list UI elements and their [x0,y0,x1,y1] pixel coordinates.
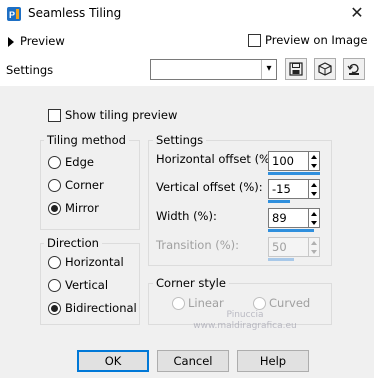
vertical-radio[interactable] [48,279,61,292]
title-bar: P Seamless Tiling ✕ [0,0,374,28]
vertical-label[interactable]: Vertical [65,278,108,292]
reset-defaults-button[interactable] [343,58,365,80]
watermark-line-2: www.maldiragrafica.eu [193,321,297,331]
save-preset-button[interactable] [285,58,307,80]
horizontal-radio[interactable] [48,256,61,269]
direction-title: Direction [44,236,102,250]
edge-label[interactable]: Edge [65,155,94,169]
horizontal-offset-value[interactable]: 100 [268,151,309,171]
show-tiling-preview-label[interactable]: Show tiling preview [65,108,177,122]
preview-on-image-checkbox[interactable] [248,34,261,47]
spinner-arrows-icon [309,237,320,257]
spinner-arrows-icon[interactable] [309,151,320,171]
horizontal-offset-label: Horizontal offset (%): [156,152,279,166]
width-bar[interactable] [268,229,314,232]
transition-label: Transition (%): [156,238,240,252]
transition-value: 50 [268,237,309,257]
cancel-button[interactable]: Cancel [157,350,229,372]
vertical-offset-spinner[interactable]: -15 [268,179,320,203]
ok-button[interactable]: OK [77,350,149,372]
corner-style-title: Corner style [153,276,229,290]
help-button[interactable]: Help [237,350,309,372]
width-spinner[interactable]: 89 [268,208,320,232]
chevron-down-icon[interactable]: ▾ [261,60,276,79]
bidirectional-label[interactable]: Bidirectional [65,301,137,315]
expand-triangle-icon[interactable] [8,37,14,47]
transition-bar [268,258,294,261]
floppy-disk-icon [289,62,303,76]
cube-icon [318,62,332,76]
width-value[interactable]: 89 [268,208,309,228]
corner-radio[interactable] [48,179,61,192]
close-icon[interactable]: ✕ [346,3,368,25]
transition-spinner: 50 [268,237,320,261]
horizontal-label[interactable]: Horizontal [65,255,124,269]
resource-manager-button[interactable] [314,58,336,80]
spinner-arrows-icon[interactable] [309,208,320,228]
settings-group-title: Settings [153,133,207,147]
width-label: Width (%): [156,209,217,223]
spinner-arrows-icon[interactable] [309,179,320,199]
watermark: Pinuccia www.maldiragrafica.eu [170,296,320,336]
show-tiling-preview-checkbox[interactable] [48,109,61,122]
horizontal-offset-spinner[interactable]: 100 [268,151,320,175]
mirror-radio[interactable] [48,202,61,215]
preset-dropdown[interactable]: ▾ [150,59,277,80]
edge-radio[interactable] [48,156,61,169]
corner-label[interactable]: Corner [65,178,104,192]
tiling-method-title: Tiling method [44,133,129,147]
preview-on-image-label[interactable]: Preview on Image [265,33,367,47]
svg-text:P: P [9,10,15,20]
vertical-offset-value[interactable]: -15 [268,179,309,199]
window-title: Seamless Tiling [28,6,122,20]
vertical-offset-bar[interactable] [268,200,290,203]
watermark-line-1: Pinuccia [226,310,264,320]
paintshop-pro-icon: P [6,6,22,22]
preview-toggle-label[interactable]: Preview [20,34,65,48]
reset-arrow-icon [347,63,359,75]
settings-label: Settings [6,63,54,77]
horizontal-offset-bar[interactable] [268,172,320,175]
vertical-offset-label: Vertical offset (%): [156,180,263,194]
bidirectional-radio[interactable] [48,302,61,315]
mirror-label[interactable]: Mirror [65,201,99,215]
